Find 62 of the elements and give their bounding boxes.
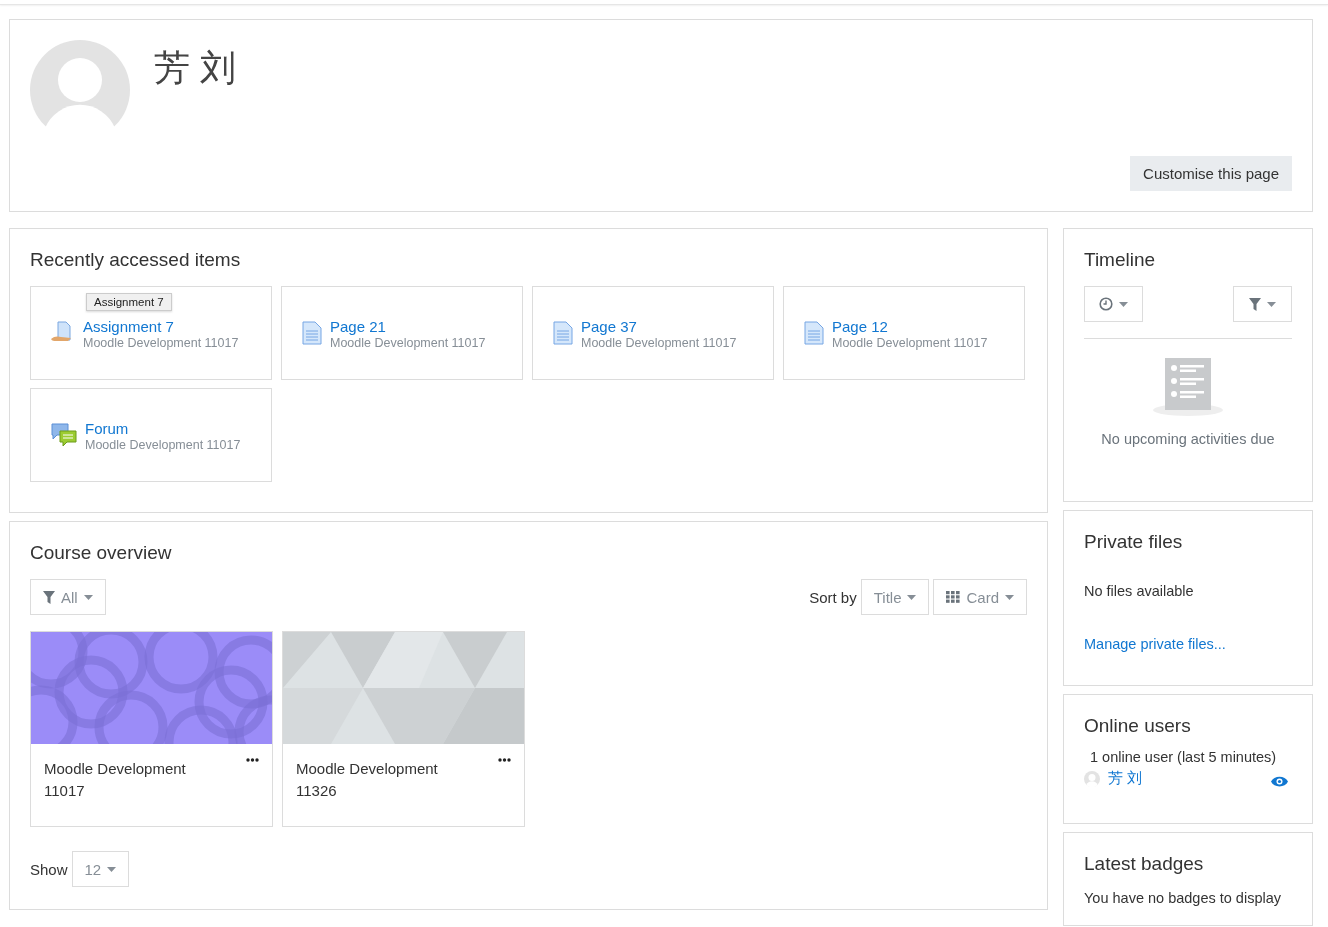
customise-page-button[interactable]: Customise this page bbox=[1130, 156, 1292, 191]
online-summary: 1 online user (last 5 minutes) bbox=[1089, 749, 1278, 765]
recent-item-card[interactable]: Page 21 Moodle Development 11017 bbox=[281, 286, 523, 380]
section-title: Latest badges bbox=[1084, 853, 1205, 875]
section-title: Online users bbox=[1084, 715, 1192, 737]
section-title: Course overview bbox=[30, 542, 173, 564]
user-link[interactable]: 芳 刘 bbox=[1108, 769, 1143, 788]
sort-dropdown[interactable]: Title bbox=[860, 579, 930, 615]
page-icon bbox=[553, 321, 573, 345]
course-card[interactable]: Moodle Development 11326 bbox=[282, 631, 525, 827]
user-name: 芳 刘 bbox=[154, 46, 236, 90]
filter-icon bbox=[43, 590, 55, 604]
filter-dropdown[interactable]: All bbox=[30, 579, 106, 615]
more-icon bbox=[498, 758, 511, 762]
empty-message: No upcoming activities due bbox=[1100, 431, 1276, 447]
more-icon bbox=[246, 758, 259, 762]
recent-item-card[interactable]: Page 37 Moodle Development 11017 bbox=[532, 286, 774, 380]
caret-icon bbox=[1119, 301, 1128, 307]
course-name: Moodle Development 11017 bbox=[581, 335, 737, 350]
course-name: Moodle Development 11017 bbox=[330, 335, 486, 350]
section-title: Private files bbox=[1084, 531, 1184, 553]
empty-list-icon bbox=[1152, 357, 1224, 417]
show-label: Show bbox=[30, 860, 68, 878]
page-size-dropdown[interactable]: 12 bbox=[71, 851, 130, 887]
empty-message: You have no badges to display bbox=[1084, 890, 1282, 906]
sort-label: Sort by bbox=[809, 588, 857, 606]
recent-item-card[interactable]: Assignment 7 Assignment 7 Moodle Development 11017 bbox=[30, 286, 272, 380]
page-icon bbox=[302, 321, 322, 345]
grid-icon bbox=[946, 591, 961, 603]
view-dropdown[interactable]: Card bbox=[933, 579, 1027, 615]
clock-icon bbox=[1099, 297, 1113, 311]
avatar-icon bbox=[1084, 770, 1100, 787]
recent-item-card[interactable]: Forum Moodle Development 11017 bbox=[30, 388, 272, 482]
caret-icon bbox=[107, 866, 117, 872]
item-title-link[interactable]: Page 12 bbox=[832, 316, 988, 336]
course-name: Moodle Development 11017 bbox=[85, 437, 241, 452]
tooltip: Assignment 7 bbox=[86, 293, 172, 311]
eye-icon[interactable] bbox=[1271, 776, 1288, 787]
forum-icon bbox=[51, 423, 77, 447]
date-dropdown[interactable] bbox=[1084, 286, 1143, 322]
course-name: Moodle Development 11017 bbox=[832, 335, 988, 350]
section-title: Recently accessed items bbox=[30, 249, 242, 271]
empty-message: No files available bbox=[1084, 583, 1195, 599]
caret-icon bbox=[907, 594, 917, 600]
item-title-link[interactable]: Forum bbox=[85, 418, 241, 438]
caret-icon bbox=[1267, 301, 1276, 307]
manage-files-link[interactable]: Manage private files... bbox=[1084, 636, 1226, 652]
item-title-link[interactable]: Page 21 bbox=[330, 316, 486, 336]
sort-filter-dropdown[interactable] bbox=[1233, 286, 1292, 322]
section-title: Timeline bbox=[1084, 249, 1157, 271]
course-name: Moodle Development 11017 bbox=[83, 335, 239, 350]
avatar-icon bbox=[30, 40, 130, 140]
item-title-link[interactable]: Assignment 7 bbox=[83, 316, 239, 336]
recent-item-card[interactable]: Page 12 Moodle Development 11017 bbox=[783, 286, 1025, 380]
caret-icon bbox=[1005, 594, 1014, 600]
course-title-link[interactable]: Moodle Development 11017 bbox=[44, 758, 204, 802]
page-icon bbox=[804, 321, 824, 345]
course-title-link[interactable]: Moodle Development 11326 bbox=[296, 758, 456, 802]
item-title-link[interactable]: Page 37 bbox=[581, 316, 737, 336]
course-card[interactable]: Moodle Development 11017 bbox=[30, 631, 273, 827]
caret-icon bbox=[83, 594, 93, 600]
filter-icon bbox=[1249, 297, 1261, 311]
